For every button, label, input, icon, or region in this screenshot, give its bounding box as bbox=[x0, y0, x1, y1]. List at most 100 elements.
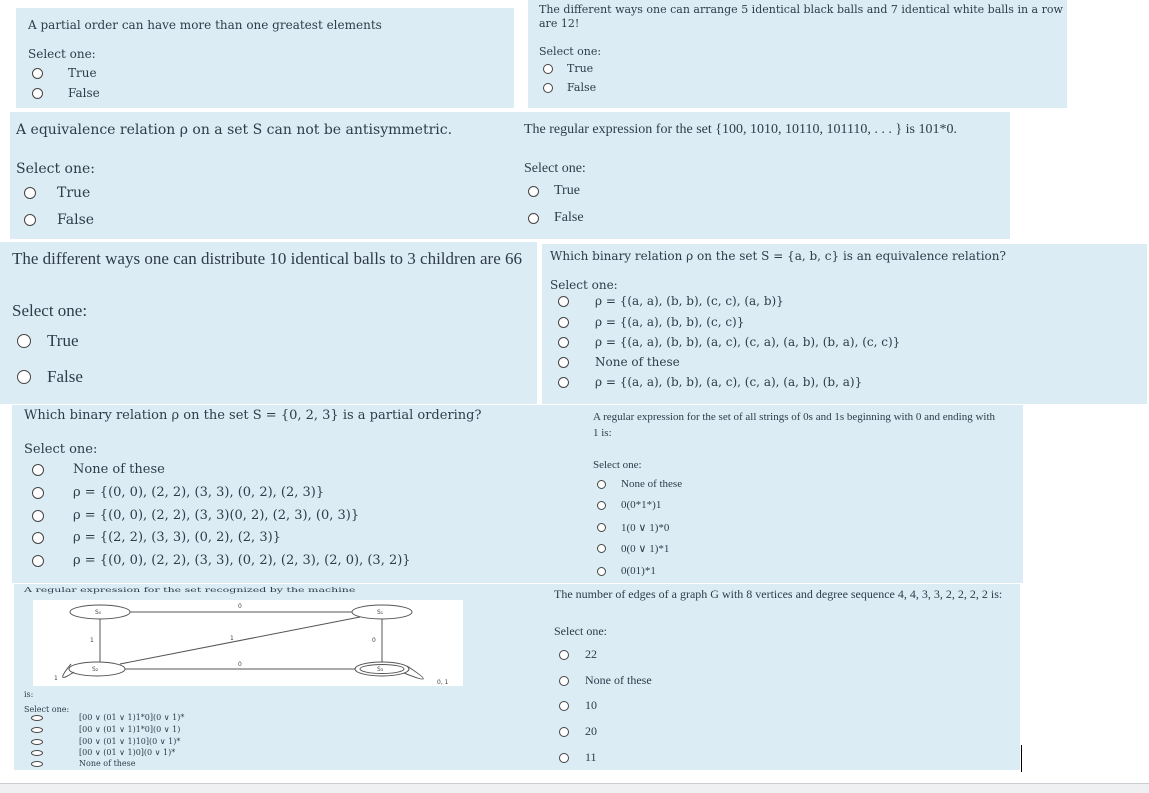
option-false[interactable]: False bbox=[543, 81, 596, 94]
radio-button[interactable] bbox=[24, 214, 36, 226]
option-c[interactable]: 10 bbox=[559, 698, 597, 713]
option-true[interactable]: True bbox=[17, 331, 79, 351]
option-a[interactable]: None of these bbox=[597, 478, 682, 490]
question-card-q1: A partial order can have more than one g… bbox=[16, 8, 514, 108]
radio-button[interactable] bbox=[559, 752, 569, 763]
option-label: False bbox=[554, 210, 584, 225]
radio-button[interactable] bbox=[528, 212, 539, 224]
select-one-label: Select one: bbox=[524, 161, 586, 176]
radio-button[interactable] bbox=[32, 67, 43, 79]
edge-s2-s1 bbox=[119, 616, 361, 665]
question-card-q8: A regular expression for the set of all … bbox=[590, 405, 1023, 583]
radio-button[interactable] bbox=[31, 749, 43, 756]
option-label: True bbox=[47, 331, 79, 350]
radio-button[interactable] bbox=[558, 336, 569, 348]
question-text-line1: A regular expression for the set of all … bbox=[593, 411, 996, 423]
question-text: Which binary relation ρ on the set S = {… bbox=[24, 408, 482, 423]
option-b[interactable]: ρ = {(0, 0), (2, 2), (3, 3), (0, 2), (2,… bbox=[32, 485, 324, 500]
option-d[interactable]: ρ = {(2, 2), (3, 3), (0, 2), (2, 3)} bbox=[32, 530, 281, 545]
option-a[interactable]: [00 ∨ (01 ∨ 1)1*0](0 ∨ 1)* bbox=[31, 713, 184, 722]
option-e[interactable]: None of these bbox=[31, 759, 136, 768]
option-label: 22 bbox=[585, 647, 597, 661]
edge-label: 1 bbox=[90, 637, 94, 644]
option-false[interactable]: False bbox=[17, 367, 83, 387]
option-a[interactable]: None of these bbox=[32, 462, 165, 477]
option-d[interactable]: [00 ∨ (01 ∨ 1)0](0 ∨ 1)* bbox=[31, 748, 175, 757]
radio-button[interactable] bbox=[558, 316, 569, 328]
option-label: False bbox=[567, 81, 597, 94]
option-c[interactable]: ρ = {(a, a), (b, b), (a, c), (c, a), (a,… bbox=[558, 335, 900, 349]
option-c[interactable]: ρ = {(0, 0), (2, 2), (3, 3)(0, 2), (2, 3… bbox=[32, 508, 359, 523]
option-c[interactable]: [00 ∨ (01 ∨ 1)10](0 ∨ 1)* bbox=[31, 737, 180, 746]
radio-button[interactable] bbox=[543, 63, 553, 74]
radio-button[interactable] bbox=[559, 649, 569, 660]
radio-button[interactable] bbox=[31, 714, 43, 721]
question-card-q9: A regular expression for the set recogni… bbox=[14, 584, 546, 770]
option-b[interactable]: None of these bbox=[559, 673, 652, 688]
radio-button[interactable] bbox=[24, 187, 36, 199]
option-c[interactable]: 1(0 ∨ 1)*0 bbox=[597, 521, 669, 534]
option-label: None of these bbox=[585, 673, 652, 687]
loop-s3 bbox=[403, 665, 424, 680]
option-false[interactable]: False bbox=[528, 210, 584, 226]
radio-button[interactable] bbox=[32, 554, 44, 567]
option-label: None of these bbox=[73, 462, 165, 477]
option-label: True bbox=[567, 62, 594, 75]
option-d[interactable]: None of these bbox=[558, 355, 680, 369]
radio-button[interactable] bbox=[32, 87, 43, 99]
option-label: ρ = {(0, 0), (2, 2), (3, 3), (0, 2), (2,… bbox=[73, 485, 325, 500]
option-label: ρ = {(0, 0), (2, 2), (3, 3)(0, 2), (2, 3… bbox=[73, 508, 360, 523]
option-b[interactable]: 0(0*1*)1 bbox=[597, 499, 661, 511]
radio-button[interactable] bbox=[32, 531, 44, 544]
state-label-s3: S₃ bbox=[377, 666, 384, 673]
select-one-label: Select one: bbox=[24, 442, 98, 457]
option-e[interactable]: ρ = {(0, 0), (2, 2), (3, 3), (0, 2), (2,… bbox=[32, 553, 411, 568]
option-e[interactable]: ρ = {(a, a), (b, b), (a, c), (c, a), (a,… bbox=[558, 375, 862, 389]
option-b[interactable]: ρ = {(a, a), (b, b), (c, c)} bbox=[558, 315, 744, 329]
option-b[interactable]: [00 ∨ (01 ∨ 1)1*0](0 ∨ 1) bbox=[31, 725, 180, 734]
radio-button[interactable] bbox=[597, 479, 606, 489]
option-label: 0(01)*1 bbox=[621, 565, 656, 577]
option-true[interactable]: True bbox=[543, 62, 593, 75]
option-false[interactable]: False bbox=[32, 86, 100, 100]
option-label: [00 ∨ (01 ∨ 1)1*0](0 ∨ 1) bbox=[79, 725, 181, 734]
state-label-s2: S₂ bbox=[92, 666, 99, 673]
radio-button[interactable] bbox=[559, 726, 569, 737]
option-d[interactable]: 20 bbox=[559, 724, 597, 739]
option-true[interactable]: True bbox=[32, 66, 97, 80]
radio-button[interactable] bbox=[559, 675, 569, 686]
question-card-q2: The different ways one can arrange 5 ide… bbox=[528, 0, 1067, 108]
radio-button[interactable] bbox=[558, 356, 569, 368]
option-true[interactable]: True bbox=[24, 185, 90, 201]
option-true[interactable]: True bbox=[528, 183, 580, 199]
radio-button[interactable] bbox=[597, 566, 606, 576]
radio-button[interactable] bbox=[528, 185, 539, 197]
radio-button[interactable] bbox=[32, 486, 44, 499]
question-card-q10: The number of edges of a graph G with 8 … bbox=[546, 584, 1020, 770]
radio-button[interactable] bbox=[31, 760, 43, 767]
radio-button[interactable] bbox=[597, 544, 606, 553]
option-false[interactable]: False bbox=[24, 212, 94, 228]
radio-button[interactable] bbox=[17, 370, 31, 384]
option-e[interactable]: 0(01)*1 bbox=[597, 565, 656, 577]
radio-button[interactable] bbox=[597, 500, 606, 510]
radio-button[interactable] bbox=[32, 509, 44, 522]
radio-button[interactable] bbox=[558, 376, 569, 388]
radio-button[interactable] bbox=[559, 700, 569, 711]
option-d[interactable]: 0(0 ∨ 1)*1 bbox=[597, 542, 669, 555]
radio-button[interactable] bbox=[543, 82, 553, 93]
radio-button[interactable] bbox=[31, 726, 43, 733]
question-text: A equivalence relation ρ on a set S can … bbox=[16, 122, 453, 138]
option-label: 10 bbox=[585, 698, 597, 712]
radio-button[interactable] bbox=[597, 523, 606, 532]
radio-button[interactable] bbox=[17, 334, 31, 348]
option-label: True bbox=[554, 183, 580, 198]
select-one-label: Select one: bbox=[28, 47, 96, 61]
option-e[interactable]: 11 bbox=[559, 750, 597, 765]
option-a[interactable]: 22 bbox=[559, 647, 597, 662]
option-label: None of these bbox=[79, 759, 136, 768]
radio-button[interactable] bbox=[32, 463, 44, 476]
option-a[interactable]: ρ = {(a, a), (b, b), (c, c), (a, b)} bbox=[558, 294, 784, 308]
radio-button[interactable] bbox=[558, 295, 569, 307]
radio-button[interactable] bbox=[31, 738, 43, 745]
